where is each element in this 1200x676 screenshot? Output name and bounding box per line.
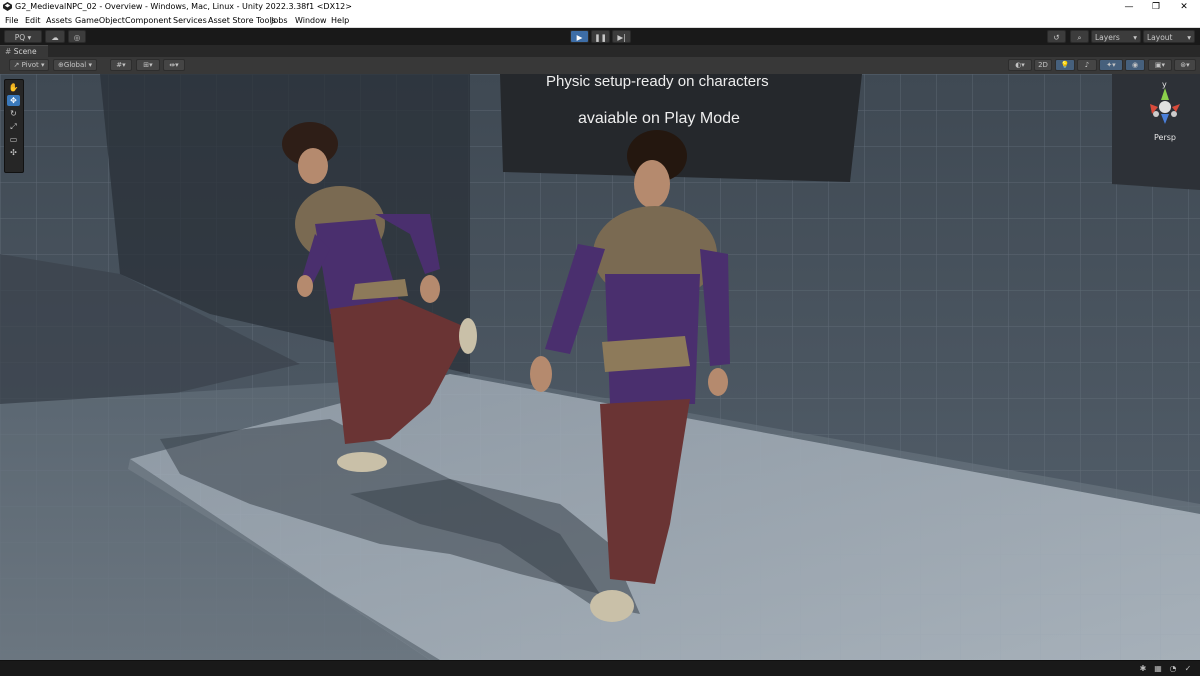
- move-tool-icon[interactable]: ✥: [7, 95, 20, 106]
- settings-icon: ◎: [73, 33, 81, 42]
- lighting-toggle[interactable]: 💡: [1055, 59, 1075, 71]
- scene-render: Physic setup-ready on characters avaiabl…: [0, 74, 1200, 660]
- rotate-tool-icon[interactable]: ↻: [7, 108, 20, 119]
- pause-button[interactable]: ❚❚: [591, 30, 610, 43]
- account-label: PQ: [14, 33, 26, 42]
- pivot-dropdown[interactable]: ↗ Pivot ▾: [9, 59, 49, 71]
- tab-row: # Scene: [0, 45, 1200, 57]
- chevron-down-icon: ▾: [1133, 33, 1137, 42]
- window-titlebar: G2_MedievalNPC_02 - Overview - Windows, …: [0, 0, 1200, 14]
- camera-icon: ▣▾: [1154, 61, 1166, 69]
- sign-text-line-2: avaiable on Play Mode: [578, 110, 740, 127]
- unity-logo-icon: [3, 2, 12, 11]
- menu-gameobject[interactable]: GameObject: [75, 14, 125, 27]
- history-icon: ↺: [1053, 33, 1060, 42]
- menu-asset-store-tools[interactable]: Asset Store Tools: [208, 14, 276, 27]
- camera-settings-dropdown[interactable]: ▣▾: [1148, 59, 1172, 71]
- lighting-icon: 💡: [1060, 61, 1070, 69]
- transform-tool-icon[interactable]: ✣: [7, 147, 20, 158]
- scene-toolbar: ↗ Pivot ▾ ⊕Global ▾ #▾ ⊞▾ ⇹▾ ◐▾ 2D 💡 ♪ ✦…: [0, 57, 1200, 75]
- main-toolbar: PQ ▾ ☁ ◎ ▶ ❚❚ ▶| ↺ ⌕ Layers ▾ Layout ▾: [0, 28, 1200, 46]
- hand-tool-icon[interactable]: ✋: [7, 82, 20, 93]
- visibility-icon: ◉: [1131, 61, 1139, 69]
- snap-increment-button[interactable]: ⊞▾: [136, 59, 160, 71]
- layout-dropdown[interactable]: Layout ▾: [1143, 30, 1195, 43]
- scene-viewport[interactable]: Physic setup-ready on characters avaiabl…: [0, 74, 1200, 660]
- audio-toggle[interactable]: ♪: [1077, 59, 1097, 71]
- pivot-label: Pivot: [21, 61, 39, 69]
- gizmos-dropdown[interactable]: ⊛▾: [1174, 59, 1196, 71]
- status-check-icon[interactable]: ✓: [1183, 664, 1193, 674]
- visibility-toggle[interactable]: ◉: [1125, 59, 1145, 71]
- align-icon: ⇹▾: [169, 61, 179, 69]
- search-button[interactable]: ⌕: [1070, 30, 1089, 43]
- menu-services[interactable]: Services: [173, 14, 207, 27]
- scene-icon: #: [5, 47, 12, 56]
- layers-dropdown[interactable]: Layers ▾: [1091, 30, 1141, 43]
- collab-button[interactable]: ◎: [68, 30, 86, 43]
- snap-icon: ⊞▾: [143, 61, 153, 69]
- gizmos-icon: ⊛▾: [1180, 61, 1190, 69]
- effects-dropdown[interactable]: ✦▾: [1099, 59, 1123, 71]
- global-dropdown[interactable]: ⊕Global ▾: [53, 59, 97, 71]
- account-dropdown[interactable]: PQ ▾: [4, 30, 42, 43]
- gizmo-y-label: y: [1162, 80, 1167, 89]
- rect-tool-icon[interactable]: ▭: [7, 134, 20, 145]
- menu-edit[interactable]: Edit: [25, 14, 41, 27]
- history-button[interactable]: ↺: [1047, 30, 1066, 43]
- play-button[interactable]: ▶: [570, 30, 589, 43]
- tab-scene[interactable]: # Scene: [0, 45, 48, 57]
- inspector-lock-icon[interactable]: ▦: [1153, 664, 1163, 674]
- grid-icon: #▾: [116, 61, 126, 69]
- status-bar: ✱ ▦ ◔ ✓: [0, 660, 1200, 676]
- projection-label[interactable]: Persp: [1154, 133, 1176, 142]
- layout-label: Layout: [1147, 33, 1173, 42]
- progress-icon[interactable]: ◔: [1168, 664, 1178, 674]
- menu-window[interactable]: Window: [295, 14, 327, 27]
- layers-label: Layers: [1095, 33, 1120, 42]
- window-title: G2_MedievalNPC_02 - Overview - Windows, …: [15, 2, 352, 11]
- tool-palette: ✋ ✥ ↻ ⤢ ▭ ✣: [4, 79, 24, 173]
- audio-icon: ♪: [1084, 61, 1090, 69]
- menu-component[interactable]: Component: [125, 14, 171, 27]
- menu-jobs[interactable]: Jobs: [271, 14, 288, 27]
- menu-file[interactable]: File: [5, 14, 18, 27]
- grid-snap-button[interactable]: #▾: [110, 59, 132, 71]
- step-button[interactable]: ▶|: [612, 30, 631, 43]
- tab-scene-label: Scene: [13, 47, 37, 56]
- draw-mode-dropdown[interactable]: ◐▾: [1008, 59, 1032, 71]
- chevron-down-icon: ▾: [1187, 33, 1191, 42]
- sign-text-line-1: Physic setup-ready on characters: [546, 74, 769, 90]
- scale-tool-icon[interactable]: ⤢: [7, 121, 20, 132]
- global-label: Global: [63, 61, 87, 69]
- menu-bar: File Edit Assets GameObject Component Se…: [0, 14, 1200, 28]
- snap-align-button[interactable]: ⇹▾: [163, 59, 185, 71]
- cloud-button[interactable]: ☁: [45, 30, 65, 43]
- toggle-2d-button[interactable]: 2D: [1034, 59, 1052, 71]
- restore-button[interactable]: ❐: [1142, 0, 1170, 14]
- effects-icon: ✦▾: [1106, 61, 1116, 69]
- close-button[interactable]: ✕: [1170, 0, 1198, 14]
- search-icon: ⌕: [1077, 33, 1082, 42]
- cloud-icon: ☁: [51, 33, 59, 42]
- menu-help[interactable]: Help: [331, 14, 349, 27]
- shading-icon: ◐▾: [1015, 61, 1025, 69]
- debug-icon[interactable]: ✱: [1138, 664, 1148, 674]
- minimize-button[interactable]: —: [1115, 0, 1143, 14]
- menu-assets[interactable]: Assets: [46, 14, 72, 27]
